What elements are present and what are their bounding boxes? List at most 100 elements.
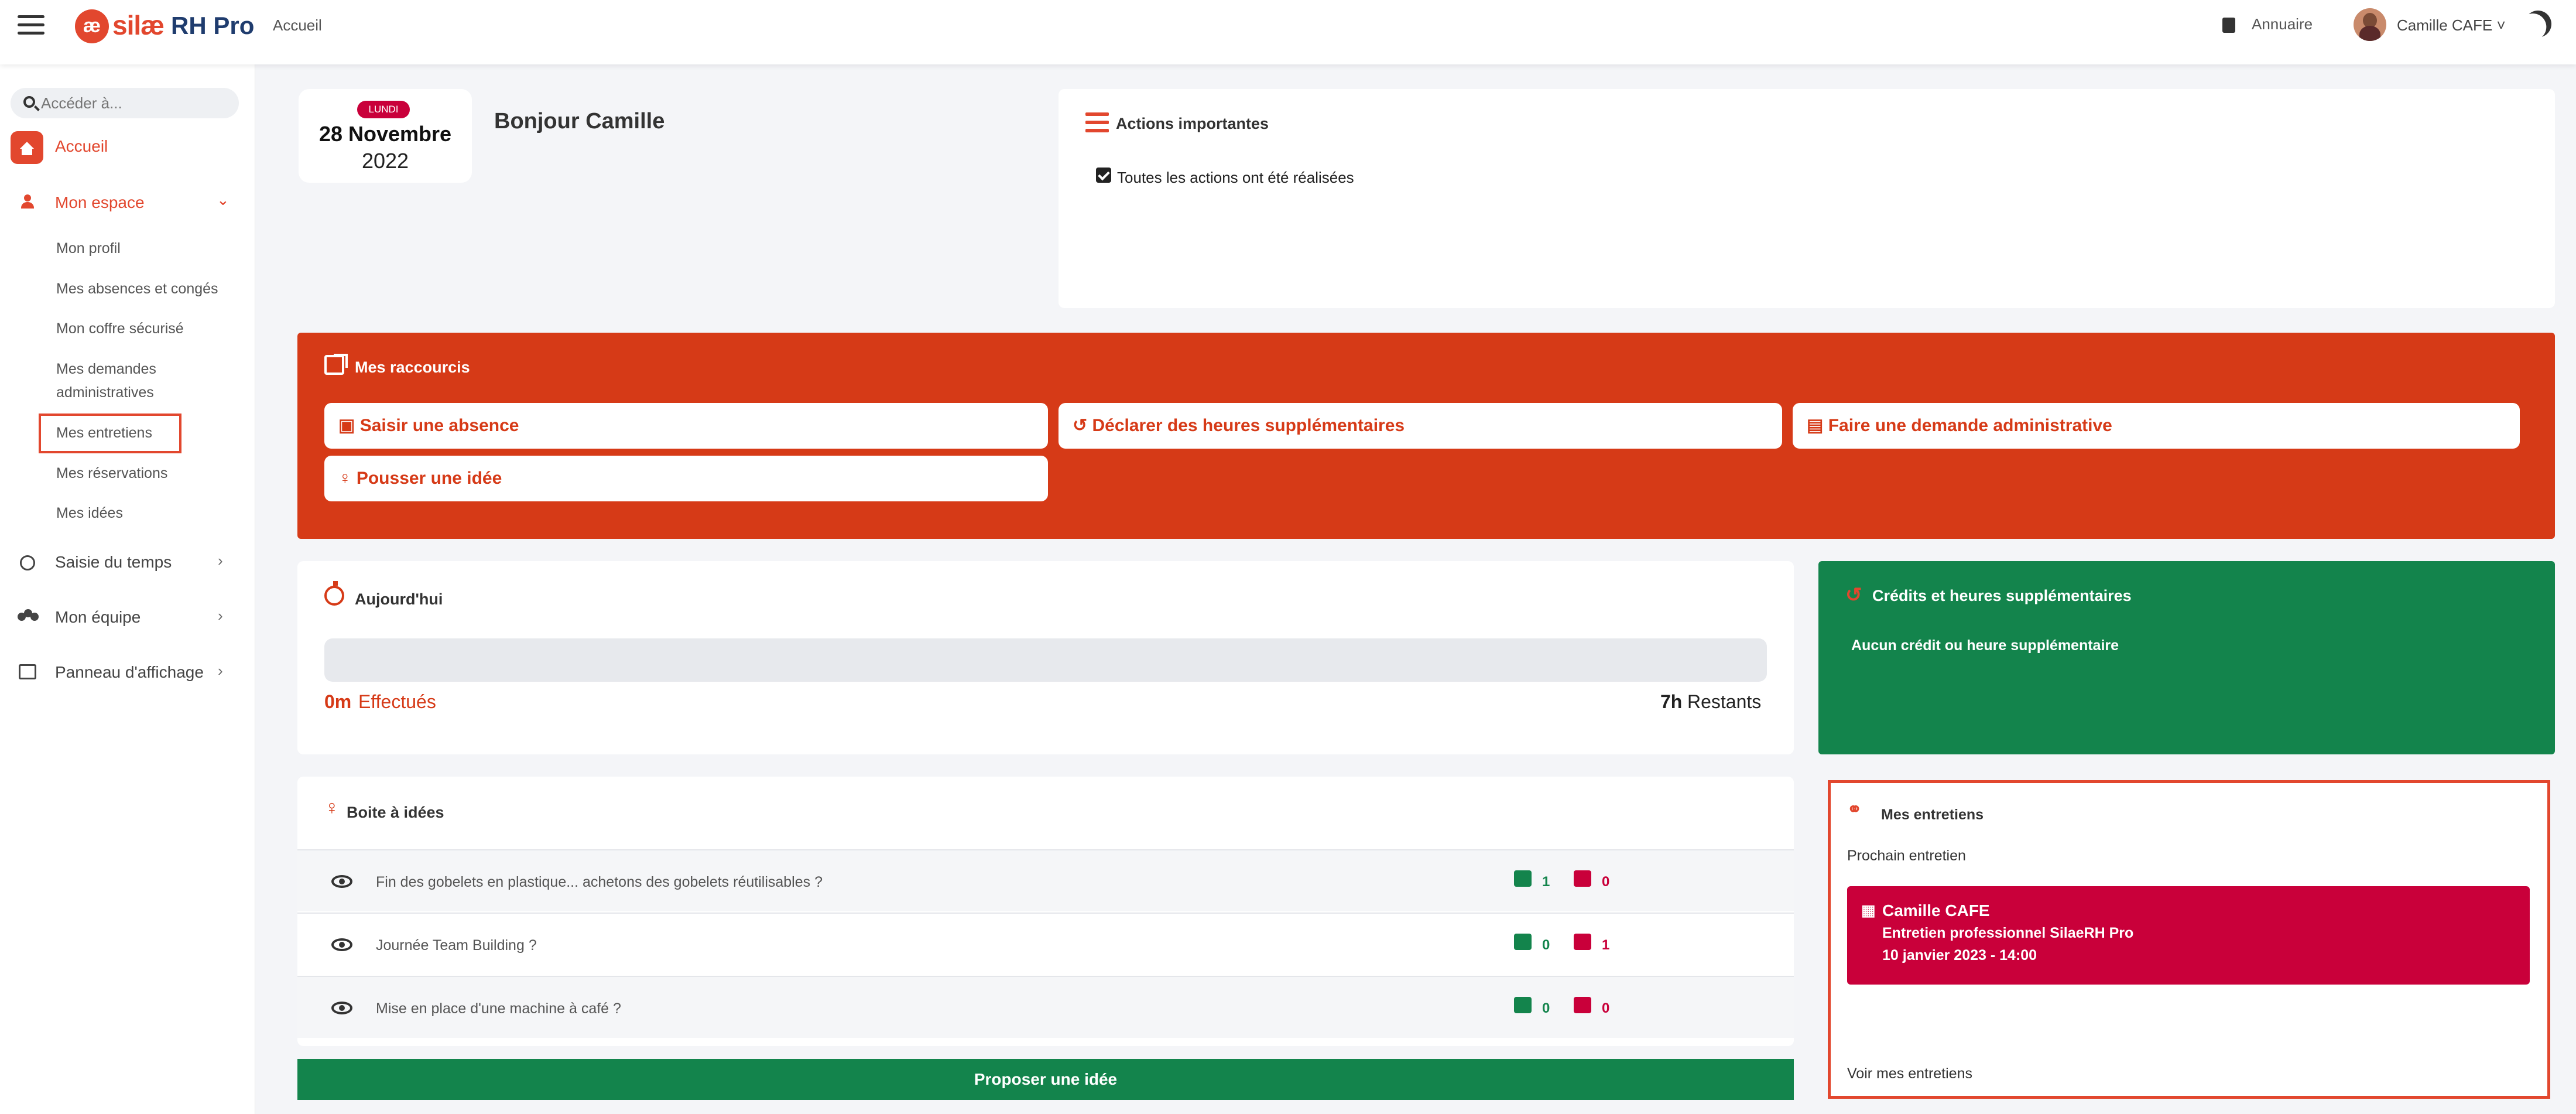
team-icon	[18, 609, 39, 626]
interview-datetime: 10 janvier 2023 - 14:00	[1882, 947, 2037, 963]
sidebar-sub-interviews[interactable]: Mes entretiens	[56, 421, 152, 445]
history-icon: ↺	[1845, 584, 1862, 606]
actions-status-text: Toutes les actions ont été réalisées	[1117, 169, 1354, 186]
date-day-month: 28 Novembre	[318, 122, 452, 146]
interviews-card: ⚭ Mes entretiens Prochain entretien ▦ Ca…	[1828, 780, 2550, 1099]
credits-title: Crédits et heures supplémentaires	[1872, 587, 2132, 604]
sidebar-item-time-entry[interactable]: Saisie du temps	[55, 553, 172, 572]
sidebar-search[interactable]	[11, 88, 239, 118]
date-year: 2022	[361, 149, 409, 173]
weekday-badge: LUNDI	[357, 101, 410, 118]
user-menu[interactable]: Camille CAFE ˅	[2397, 16, 2506, 35]
logo-text[interactable]: silæ	[112, 9, 165, 41]
remaining-label: Restants	[1687, 691, 1762, 712]
actions-checkbox[interactable]	[1096, 168, 1111, 183]
likes-count: 1	[1542, 874, 1550, 890]
board-icon	[19, 664, 36, 679]
dislikes-count: 0	[1602, 874, 1610, 890]
shortcuts-card: Mes raccourcis ▣ Saisir une absence ↺ Dé…	[297, 333, 2555, 539]
shortcut-label: Déclarer des heures supplémentaires	[1092, 416, 1405, 435]
idea-text: Journée Team Building ?	[376, 937, 537, 954]
breadcrumb[interactable]: Accueil	[273, 16, 322, 35]
chevron-right-icon[interactable]: ›	[218, 662, 223, 680]
avatar[interactable]	[2354, 8, 2386, 41]
dislikes-count: 1	[1602, 937, 1610, 953]
shortcut-absence-button[interactable]: ▣ Saisir une absence	[324, 403, 1048, 449]
credits-message: Aucun crédit ou heure supplémentaire	[1851, 637, 2119, 654]
important-actions-card: Actions importantes Toutes les actions o…	[1059, 89, 2555, 308]
directory-icon[interactable]	[2222, 18, 2235, 33]
thumbs-up-icon[interactable]	[1514, 997, 1532, 1013]
thumbs-up-icon[interactable]	[1514, 934, 1532, 950]
likes-count: 0	[1542, 937, 1550, 953]
propose-idea-button[interactable]: Proposer une idée	[297, 1059, 1794, 1100]
sidebar-item-my-space[interactable]: Mon espace	[55, 193, 145, 212]
sidebar-item-my-team[interactable]: Mon équipe	[55, 608, 141, 627]
done-label: Effectués	[358, 691, 436, 712]
shortcut-admin-request-button[interactable]: ▤ Faire une demande administrative	[1793, 403, 2520, 449]
logo-icon[interactable]: æ	[75, 9, 109, 43]
eye-icon[interactable]	[331, 875, 352, 888]
ideas-card: ♀ Boite à idées Fin des gobelets en plas…	[297, 777, 1794, 1046]
shortcut-label: Faire une demande administrative	[1828, 416, 2112, 435]
hamburger-menu-icon[interactable]	[18, 15, 44, 36]
list-item[interactable]: Mise en place d'une machine à café ? 0 0	[297, 976, 1794, 1038]
today-title: Aujourd'hui	[355, 590, 443, 608]
next-interview-card[interactable]: ▦ Camille CAFE Entretien professionnel S…	[1847, 886, 2530, 985]
sidebar-item-home[interactable]: Accueil	[55, 137, 108, 156]
chevron-down-icon[interactable]: ⌄	[217, 191, 229, 209]
done-value: 0m	[324, 691, 352, 712]
next-interview-label: Prochain entretien	[1847, 848, 1966, 864]
stopwatch-icon	[324, 581, 344, 606]
greeting: Bonjour Camille	[494, 109, 665, 134]
directory-link[interactable]: Annuaire	[2252, 15, 2313, 33]
sidebar-sub-absences[interactable]: Mes absences et congés	[56, 277, 218, 300]
shortcuts-title: Mes raccourcis	[355, 358, 470, 376]
credits-card: ↺ Crédits et heures supplémentaires Aucu…	[1818, 561, 2555, 754]
calendar-icon: ▦	[1861, 901, 1876, 919]
important-actions-title: Actions importantes	[1116, 115, 1269, 132]
thumbs-down-icon[interactable]	[1574, 870, 1591, 887]
sidebar-sub-vault[interactable]: Mon coffre sécurisé	[56, 317, 184, 340]
search-icon	[23, 96, 35, 108]
idea-text: Fin des gobelets en plastique... acheton…	[376, 874, 823, 890]
search-input[interactable]	[41, 94, 228, 112]
likes-count: 0	[1542, 1000, 1550, 1016]
shortcut-label: Saisir une absence	[359, 416, 519, 435]
user-icon	[21, 194, 34, 209]
chevron-right-icon[interactable]: ›	[218, 607, 223, 625]
interviews-title: Mes entretiens	[1881, 807, 1984, 823]
thumbs-down-icon[interactable]	[1574, 997, 1591, 1013]
today-card: Aujourd'hui 0m Effectués 7h Restants	[297, 561, 1794, 754]
eye-icon[interactable]	[331, 938, 352, 951]
list-item[interactable]: Fin des gobelets en plastique... acheton…	[297, 849, 1794, 911]
chevron-right-icon[interactable]: ›	[218, 552, 223, 570]
home-icon[interactable]	[11, 131, 43, 164]
interview-person: Camille CAFE	[1882, 901, 1990, 920]
thumbs-down-icon[interactable]	[1574, 934, 1591, 950]
sidebar	[0, 64, 255, 1114]
external-link-icon	[324, 354, 348, 375]
top-bar: æ silæ RH Pro Accueil Annuaire Camille C…	[0, 0, 2576, 64]
list-icon	[1085, 112, 1109, 134]
handshake-icon: ⚭	[1847, 800, 1862, 819]
clock-icon	[20, 555, 35, 570]
shortcut-overtime-button[interactable]: ↺ Déclarer des heures supplémentaires	[1059, 403, 1782, 449]
sidebar-sub-admin-requests[interactable]: Mes demandes administratives	[56, 357, 208, 404]
thumbs-up-icon[interactable]	[1514, 870, 1532, 887]
sidebar-item-board[interactable]: Panneau d'affichage	[55, 663, 204, 682]
eye-icon[interactable]	[331, 1002, 352, 1014]
logo-product[interactable]: RH Pro	[171, 12, 254, 40]
see-interviews-link[interactable]: Voir mes entretiens	[1847, 1065, 1972, 1082]
sidebar-sub-profile[interactable]: Mon profil	[56, 237, 121, 260]
ideas-title: Boite à idées	[347, 804, 444, 821]
dark-mode-icon[interactable]	[2520, 6, 2557, 43]
date-card: LUNDI 28 Novembre 2022	[299, 89, 472, 183]
sidebar-sub-reservations[interactable]: Mes réservations	[56, 462, 167, 485]
interview-type: Entretien professionnel SilaeRH Pro	[1882, 925, 2134, 941]
idea-text: Mise en place d'une machine à café ?	[376, 1000, 621, 1017]
sidebar-sub-ideas[interactable]: Mes idées	[56, 501, 123, 525]
list-item[interactable]: Journée Team Building ? 0 1	[297, 913, 1794, 975]
dislikes-count: 0	[1602, 1000, 1610, 1016]
shortcut-idea-button[interactable]: ♀ Pousser une idée	[324, 456, 1048, 501]
